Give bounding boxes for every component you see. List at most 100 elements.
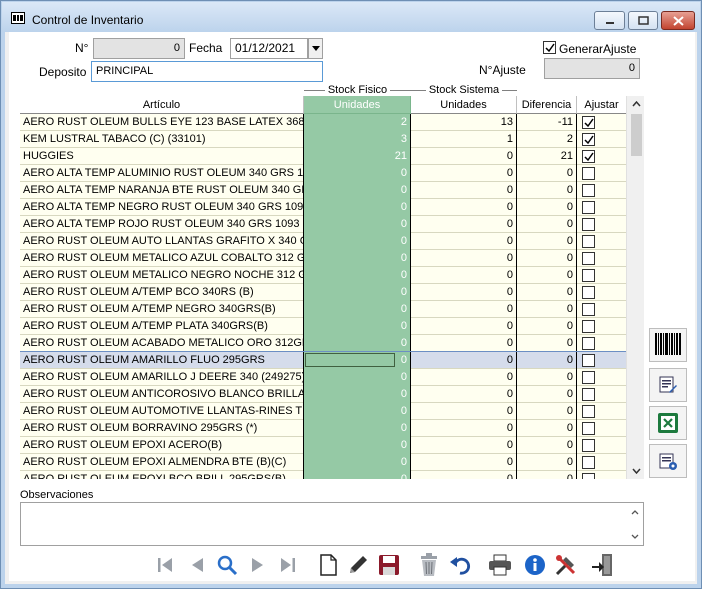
cell-unidades-fisico[interactable]: 0: [304, 284, 411, 301]
col-header-diferencia[interactable]: Diferencia: [517, 96, 577, 114]
checkbox-unchecked-icon[interactable]: [582, 269, 595, 283]
table-row[interactable]: AERO RUST OLEUM ACABADO METALICO ORO 312…: [20, 335, 626, 352]
new-document-button[interactable]: [314, 551, 342, 579]
cell-unidades-fisico[interactable]: 0: [304, 437, 411, 454]
cell-unidades-fisico[interactable]: 0: [304, 182, 411, 199]
tools-button[interactable]: [552, 551, 580, 579]
table-row[interactable]: AERO RUST OLEUM EPOXI BCO BRILL 295GRS(B…: [20, 471, 626, 479]
checkbox-checked-icon[interactable]: [582, 116, 595, 130]
checkbox-unchecked-icon[interactable]: [582, 456, 595, 470]
cell-articulo[interactable]: AERO RUST OLEUM EPOXI ALMENDRA BTE (B)(C…: [20, 454, 304, 471]
cell-unidades-fisico[interactable]: 0: [304, 352, 411, 369]
cell-articulo[interactable]: AERO RUST OLEUM AMARILLO FLUO 295GRS: [20, 352, 304, 369]
cell-unidades-fisico[interactable]: 0: [304, 216, 411, 233]
cell-ajustar[interactable]: [577, 131, 626, 148]
observaciones-field[interactable]: [20, 502, 644, 546]
checkbox-unchecked-icon[interactable]: [582, 303, 595, 317]
cell-ajustar[interactable]: [577, 437, 626, 454]
n-ajuste-field[interactable]: 0: [544, 58, 640, 79]
cell-unidades-fisico[interactable]: 0: [304, 250, 411, 267]
checkbox-unchecked-icon[interactable]: [582, 320, 595, 334]
checkbox-unchecked-icon[interactable]: [582, 439, 595, 453]
table-row[interactable]: AERO RUST OLEUM METALICO NEGRO NOCHE 312…: [20, 267, 626, 284]
save-button[interactable]: [375, 551, 403, 579]
cell-ajustar[interactable]: [577, 454, 626, 471]
cell-ajustar[interactable]: [577, 284, 626, 301]
cell-articulo[interactable]: AERO RUST OLEUM AUTOMOTIVE LLANTAS-RINES…: [20, 403, 304, 420]
inventory-grid[interactable]: Stock Fisico Stock Sistema Artículo Unid…: [20, 84, 644, 479]
info-button[interactable]: [521, 551, 549, 579]
col-header-ajustar[interactable]: Ajustar: [577, 96, 626, 114]
scroll-down-button[interactable]: [627, 463, 645, 479]
table-row[interactable]: AERO RUST OLEUM AUTOMOTIVE LLANTAS-RINES…: [20, 403, 626, 420]
checkbox-unchecked-icon[interactable]: [582, 405, 595, 419]
cell-articulo[interactable]: AERO RUST OLEUM A/TEMP BCO 340RS (B): [20, 284, 304, 301]
cell-articulo[interactable]: HUGGIES: [20, 148, 304, 165]
cell-unidades-fisico[interactable]: 0: [304, 369, 411, 386]
table-row[interactable]: AERO RUST OLEUM AMARILLO J DEERE 340 (24…: [20, 369, 626, 386]
cell-articulo[interactable]: AERO RUST OLEUM ACABADO METALICO ORO 312…: [20, 335, 304, 352]
cell-articulo[interactable]: KEM LUSTRAL TABACO (C) (33101): [20, 131, 304, 148]
checkbox-unchecked-icon[interactable]: [582, 337, 595, 351]
cell-articulo[interactable]: AERO RUST OLEUM BULLS EYE 123 BASE LATEX…: [20, 114, 304, 131]
cell-unidades-fisico[interactable]: 0: [304, 199, 411, 216]
last-record-button[interactable]: [274, 551, 302, 579]
cell-articulo[interactable]: AERO RUST OLEUM BORRAVINO 295GRS (*): [20, 420, 304, 437]
col-header-articulo[interactable]: Artículo: [20, 96, 304, 114]
cell-ajustar[interactable]: [577, 148, 626, 165]
cell-unidades-fisico[interactable]: 21: [304, 148, 411, 165]
cell-articulo[interactable]: AERO RUST OLEUM ANTICOROSIVO BLANCO BRIL…: [20, 386, 304, 403]
cell-ajustar[interactable]: [577, 233, 626, 250]
print-button[interactable]: [486, 551, 514, 579]
cell-ajustar[interactable]: [577, 267, 626, 284]
cell-unidades-fisico[interactable]: 0: [304, 454, 411, 471]
table-row[interactable]: AERO ALTA TEMP ALUMINIO RUST OLEUM 340 G…: [20, 165, 626, 182]
memo-scroll-down[interactable]: [629, 530, 641, 542]
settings-list-button[interactable]: [649, 444, 687, 478]
checkbox-unchecked-icon[interactable]: [582, 201, 595, 215]
cell-unidades-fisico[interactable]: 0: [304, 471, 411, 479]
cell-articulo[interactable]: AERO RUST OLEUM METALICO AZUL COBALTO 31…: [20, 250, 304, 267]
checkbox-unchecked-icon[interactable]: [582, 167, 595, 181]
cell-ajustar[interactable]: [577, 352, 626, 369]
checkbox-unchecked-icon[interactable]: [582, 252, 595, 266]
cell-articulo[interactable]: AERO RUST OLEUM A/TEMP NEGRO 340GRS(B): [20, 301, 304, 318]
generar-ajuste-checkbox[interactable]: [543, 41, 556, 54]
deposito-field[interactable]: PRINCIPAL: [91, 61, 323, 82]
excel-export-button[interactable]: [649, 406, 687, 440]
delete-button[interactable]: [415, 551, 443, 579]
cell-ajustar[interactable]: [577, 471, 626, 479]
edit-button[interactable]: [344, 551, 372, 579]
cell-unidades-fisico[interactable]: 0: [304, 335, 411, 352]
table-row[interactable]: AERO ALTA TEMP NARANJA BTE RUST OLEUM 34…: [20, 182, 626, 199]
cell-unidades-fisico[interactable]: 0: [304, 318, 411, 335]
close-button[interactable]: [661, 11, 695, 30]
table-row[interactable]: AERO RUST OLEUM AMARILLO FLUO 295GRS 0 0 0: [20, 351, 626, 370]
cell-ajustar[interactable]: [577, 182, 626, 199]
first-record-button[interactable]: [151, 551, 179, 579]
cell-ajustar[interactable]: [577, 114, 626, 131]
next-record-button[interactable]: [244, 551, 272, 579]
cell-unidades-fisico[interactable]: 0: [304, 267, 411, 284]
memo-scroll-up[interactable]: [629, 506, 641, 518]
search-button[interactable]: [213, 551, 241, 579]
table-row[interactable]: KEM LUSTRAL TABACO (C) (33101) 3 1 2: [20, 131, 626, 148]
numero-field[interactable]: 0: [93, 38, 185, 59]
cell-ajustar[interactable]: [577, 386, 626, 403]
table-row[interactable]: AERO RUST OLEUM A/TEMP PLATA 340GRS(B) 0 0…: [20, 318, 626, 335]
cell-unidades-fisico[interactable]: 0: [304, 301, 411, 318]
table-row[interactable]: AERO RUST OLEUM EPOXI ALMENDRA BTE (B)(C…: [20, 454, 626, 471]
cell-articulo[interactable]: AERO RUST OLEUM EPOXI ACERO(B): [20, 437, 304, 454]
checkbox-unchecked-icon[interactable]: [582, 235, 595, 249]
grid-scrollbar[interactable]: [626, 96, 644, 479]
scroll-up-button[interactable]: [627, 96, 645, 112]
checkbox-unchecked-icon[interactable]: [582, 422, 595, 436]
edit-list-button[interactable]: [649, 368, 687, 402]
cell-ajustar[interactable]: [577, 199, 626, 216]
col-header-unidades-sistema[interactable]: Unidades: [411, 96, 517, 114]
barcode-button[interactable]: [649, 328, 687, 362]
cell-articulo[interactable]: AERO ALTA TEMP ROJO RUST OLEUM 340 GRS 1…: [20, 216, 304, 233]
cell-articulo[interactable]: AERO ALTA TEMP NEGRO RUST OLEUM 340 GRS …: [20, 199, 304, 216]
fecha-field[interactable]: 01/12/2021: [230, 38, 308, 59]
cell-articulo[interactable]: AERO RUST OLEUM A/TEMP PLATA 340GRS(B): [20, 318, 304, 335]
